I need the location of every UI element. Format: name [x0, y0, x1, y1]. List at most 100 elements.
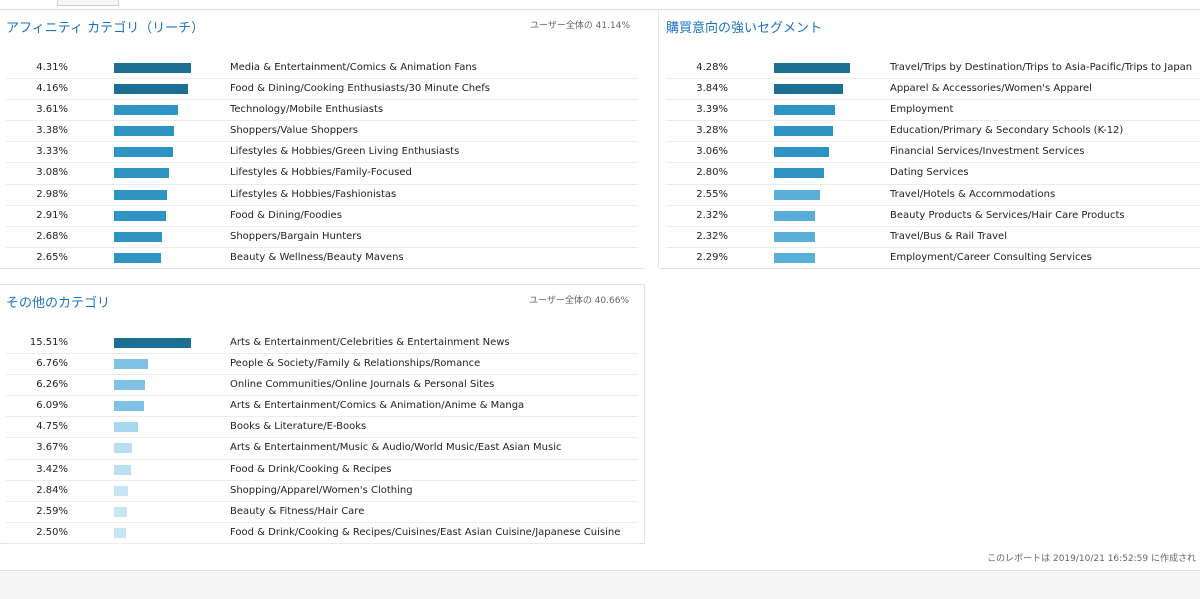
affinity-title: アフィニティ カテゴリ（リーチ） [6, 21, 205, 36]
percentage: 4.16% [36, 83, 68, 95]
percentage: 2.55% [696, 188, 728, 200]
other-user-share: ユーザー全体の 40.66% [529, 296, 629, 306]
table-row: 3.08% Lifestyles & Hobbies/Family-Focused [6, 163, 638, 185]
category-label: Online Communities/Online Journals & Per… [230, 379, 495, 391]
category-label: Beauty & Fitness/Hair Care [230, 505, 365, 517]
percentage: 2.91% [36, 209, 68, 221]
category-label: Food & Drink/Cooking & Recipes [230, 463, 392, 475]
category-label: Arts & Entertainment/Celebrities & Enter… [230, 337, 510, 348]
share-bar [774, 252, 815, 263]
percentage: 4.31% [36, 62, 68, 73]
share-bar [114, 464, 131, 475]
category-label: Beauty Products & Services/Hair Care Pro… [890, 209, 1125, 221]
share-bar [774, 168, 824, 179]
category-label: Apparel & Accessories/Women's Apparel [890, 83, 1092, 95]
share-bar [114, 401, 144, 412]
percentage: 2.68% [36, 230, 68, 242]
table-row: 4.16% Food & Dining/Cooking Enthusiasts/3… [6, 79, 638, 101]
inmarket-title: 購買意向の強いセグメント [666, 21, 823, 36]
table-row: 2.98% Lifestyles & Hobbies/Fashionistas [6, 185, 638, 206]
share-bar [114, 338, 191, 348]
percentage: 3.38% [36, 125, 68, 137]
table-row: 2.29% Employment/Career Consulting Servic… [666, 248, 1200, 269]
share-bar [774, 189, 820, 200]
category-label: Lifestyles & Hobbies/Family-Focused [230, 167, 412, 179]
percentage: 2.84% [36, 484, 68, 496]
table-row: 6.26% Online Communities/Online Journals … [6, 375, 638, 397]
share-bar [114, 485, 128, 496]
table-row: 2.55% Travel/Hotels & Accommodations [666, 185, 1200, 206]
share-bar [114, 422, 138, 433]
share-bar [114, 527, 126, 538]
percentage: 3.67% [36, 442, 68, 454]
top-tab[interactable] [57, 0, 119, 6]
percentage: 2.59% [36, 505, 68, 517]
table-row: 2.32% Beauty Products & Services/Hair Car… [666, 206, 1200, 227]
category-label: Books & Literature/E-Books [230, 421, 367, 433]
category-label: Education/Primary & Secondary Schools (K… [890, 125, 1124, 137]
category-label: Lifestyles & Hobbies/Green Living Enthus… [230, 146, 460, 158]
share-bar [774, 63, 850, 73]
category-label: Food & Drink/Cooking & Recipes/Cuisines/… [230, 526, 621, 538]
table-row: 2.50% Food & Drink/Cooking & Recipes/Cuis… [6, 523, 638, 544]
table-row: 4.75% Books & Literature/E-Books [6, 417, 638, 439]
category-label: Food & Dining/Cooking Enthusiasts/30 Min… [230, 83, 490, 95]
percentage: 2.29% [696, 251, 728, 263]
percentage: 3.39% [696, 104, 728, 116]
percentage: 3.42% [36, 463, 68, 475]
other-rows: 15.51% Arts & Entertainment/Celebrities &… [6, 333, 638, 544]
category-label: Shopping/Apparel/Women's Clothing [230, 484, 413, 496]
table-row: 3.39% Employment [666, 100, 1200, 122]
share-bar [114, 168, 169, 179]
share-bar [114, 189, 167, 200]
table-row: 3.33% Lifestyles & Hobbies/Green Living E… [6, 142, 638, 164]
share-bar [114, 443, 132, 454]
percentage: 2.32% [696, 209, 728, 221]
category-label: Financial Services/Investment Services [890, 146, 1085, 158]
row-divider-right [660, 268, 1200, 269]
category-label: Media & Entertainment/Comics & Animation… [230, 62, 477, 73]
percentage: 3.08% [36, 167, 68, 179]
category-label: Employment [890, 104, 954, 116]
share-bar [114, 147, 173, 158]
other-panel: その他のカテゴリ ユーザー全体の 40.66% 15.51% Arts & Ent… [0, 284, 645, 544]
table-row: 2.80% Dating Services [666, 163, 1200, 185]
affinity-panel: アフィニティ カテゴリ（リーチ） ユーザー全体の 41.14% 4.31% Med… [0, 10, 645, 269]
share-bar [114, 359, 148, 370]
row-divider [0, 268, 645, 269]
table-row: 2.32% Travel/Bus & Rail Travel [666, 227, 1200, 248]
percentage: 6.09% [36, 400, 68, 412]
table-row: 3.06% Financial Services/Investment Servi… [666, 142, 1200, 164]
affinity-rows: 4.31% Media & Entertainment/Comics & Anim… [6, 58, 638, 269]
category-label: Lifestyles & Hobbies/Fashionistas [230, 188, 397, 200]
table-row: 2.84% Shopping/Apparel/Women's Clothing [6, 481, 638, 502]
share-bar [114, 380, 145, 391]
table-row: 3.38% Shoppers/Value Shoppers [6, 121, 638, 143]
category-label: Travel/Hotels & Accommodations [890, 188, 1056, 200]
share-bar [774, 126, 833, 137]
share-bar [774, 84, 843, 95]
share-bar [114, 84, 188, 95]
percentage: 4.28% [696, 62, 728, 73]
table-row: 2.65% Beauty & Wellness/Beauty Mavens [6, 248, 638, 269]
share-bar [114, 126, 174, 137]
share-bar [774, 210, 815, 221]
table-row: 6.09% Arts & Entertainment/Comics & Anima… [6, 396, 638, 418]
share-bar [114, 252, 161, 263]
percentage: 15.51% [29, 337, 68, 348]
share-bar [774, 105, 835, 116]
percentage: 2.50% [36, 526, 68, 538]
table-row: 15.51% Arts & Entertainment/Celebrities &… [6, 333, 638, 355]
percentage: 2.80% [696, 167, 728, 179]
share-bar [114, 63, 191, 73]
category-label: Shoppers/Value Shoppers [230, 125, 358, 137]
percentage: 6.26% [36, 379, 68, 391]
percentage: 3.06% [696, 146, 728, 158]
category-label: Travel/Trips by Destination/Trips to Asi… [890, 62, 1193, 73]
category-label: Arts & Entertainment/Music & Audio/World… [230, 442, 562, 454]
percentage: 2.32% [696, 230, 728, 242]
report-timestamp: このレポートは 2019/10/21 16:52:59 に作成され [987, 554, 1196, 564]
inmarket-panel: 購買意向の強いセグメント 4.28% Travel/Trips by Destin… [660, 10, 1200, 269]
percentage: 3.28% [696, 125, 728, 137]
table-row: 3.67% Arts & Entertainment/Music & Audio/… [6, 438, 638, 460]
